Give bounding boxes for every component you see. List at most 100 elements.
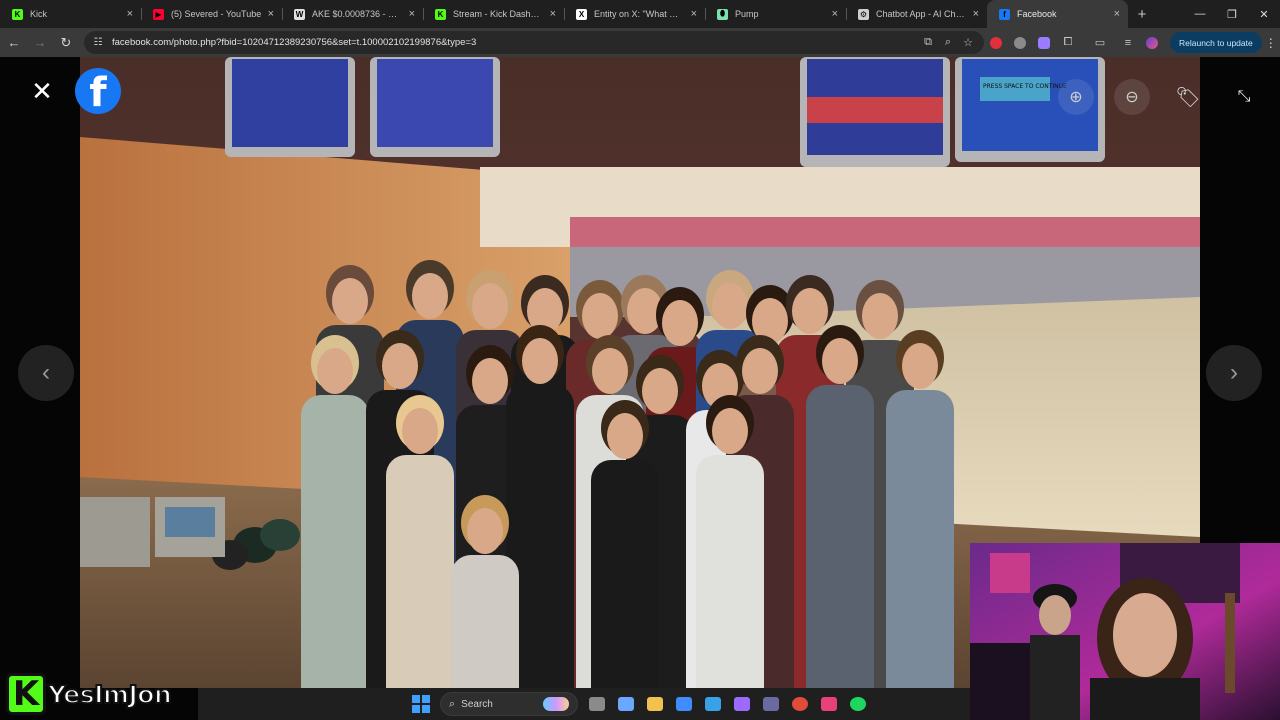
mail-glyph [704,697,721,711]
store-icon[interactable] [669,690,698,719]
kick-icon: K [12,8,23,20]
search-highlight-icon [543,697,569,711]
zoom-icon[interactable]: ⌕ [938,36,958,49]
chrome-glyph [791,697,808,711]
restore-icon[interactable]: ❐ [1216,0,1248,28]
close-window-icon[interactable]: ✕ [1248,0,1280,28]
minimize-icon[interactable]: — [1184,0,1216,28]
exit-fullscreen-icon[interactable]: ⤡ [1226,79,1262,115]
store-glyph [675,697,692,711]
forward-icon[interactable]: → [28,31,52,55]
windows-start-icon[interactable] [410,693,432,715]
x-icon: X [576,8,587,20]
tab-title: Chatbot App - AI Chatbot [876,9,967,19]
task-view-glyph [588,697,605,711]
tab-title: Entity on X: "What meme [594,9,685,19]
close-tab-icon[interactable]: × [973,8,979,20]
copilot-pro-icon[interactable] [727,690,756,719]
copilot-glyph [617,697,634,711]
media-icon[interactable] [756,690,785,719]
kick-logo-icon: K [6,673,46,715]
pill-icon: ⬮ [717,8,728,20]
spotify-glyph [849,697,866,711]
install-app-icon[interactable]: ⧉ [918,36,938,49]
spotify-icon[interactable] [843,690,872,719]
close-tab-icon[interactable]: × [1114,8,1120,20]
new-tab-icon[interactable]: + [1128,0,1156,28]
browser-menu-icon[interactable]: ⋮ [1262,36,1280,50]
close-tab-icon[interactable]: × [127,8,133,20]
browser-tab[interactable]: ⚙ Chatbot App - AI Chatbot × [846,0,987,28]
tab-title: AKE $0.0008736 - Snaky W [312,9,403,19]
address-bar[interactable]: ☷ facebook.com/photo.php?fbid=1020471238… [84,31,984,54]
copilot-pro-glyph [733,697,750,711]
mail-icon[interactable] [698,690,727,719]
kick-icon: K [435,8,446,20]
file-explorer-icon[interactable] [640,690,669,719]
browser-tab[interactable]: ⬮ Pump × [705,0,846,28]
facebook-logo-icon[interactable]: f [75,68,121,114]
facebook-icon: f [999,8,1010,20]
extension-purple-icon[interactable] [1032,31,1056,55]
streamer-name: YesImJon [47,679,173,710]
browser-toolbar: ← → ↻ ☷ facebook.com/photo.php?fbid=1020… [0,28,1280,57]
tab-title: Stream - Kick Dashboard [453,9,544,19]
tab-title: Facebook [1017,9,1057,19]
profile-avatar-icon[interactable] [1140,31,1164,55]
close-tab-icon[interactable]: × [409,8,415,20]
chrome-icon[interactable] [785,690,814,719]
taskbar-search[interactable]: ⌕ Search [440,692,578,716]
close-tab-icon[interactable]: × [550,8,556,20]
streamer-webcam [970,543,1280,720]
browser-tab[interactable]: K Stream - Kick Dashboard × [423,0,564,28]
maps-icon[interactable] [814,690,843,719]
file-explorer-glyph [646,697,663,711]
windows-taskbar: ⌕ Search [198,688,970,720]
site-info-icon[interactable]: ☷ [90,35,106,51]
reload-icon[interactable]: ↻ [54,31,78,55]
tag-icon[interactable]: 🏷 [1170,79,1206,115]
browser-tab[interactable]: X Entity on X: "What meme × [564,0,705,28]
browser-tab[interactable]: W AKE $0.0008736 - Snaky W × [282,0,423,28]
bookmark-star-icon[interactable]: ☆ [958,36,978,49]
previous-photo-icon[interactable]: ‹ [18,345,74,401]
streamer-watermark: K YesImJon [6,672,198,716]
zoom-in-icon[interactable]: ⊕ [1058,79,1094,115]
close-tab-icon[interactable]: × [832,8,838,20]
tab-title: Kick [30,9,48,19]
taskbar-search-label: Search [461,698,493,710]
media-glyph [762,697,779,711]
tab-title: Pump [735,9,759,19]
tab-title: (5) Severed - YouTube [171,9,262,19]
relaunch-button[interactable]: Relaunch to update [1170,32,1262,53]
close-tab-icon[interactable]: × [268,8,274,20]
task-view-icon[interactable] [582,690,611,719]
window-controls: — ❐ ✕ [1184,0,1280,28]
extension-red-icon[interactable] [984,31,1008,55]
browser-tab[interactable]: ▶ (5) Severed - YouTube × [141,0,282,28]
site-icon: W [294,8,305,20]
monitor-right-text: PRESS SPACE TO CONTINUE [983,83,1067,90]
url-text[interactable]: facebook.com/photo.php?fbid=102047123892… [112,37,918,48]
close-viewer-icon[interactable]: ✕ [26,75,58,107]
extensions-puzzle-icon[interactable]: ⧠ [1056,31,1080,55]
tab-list: K Kick × ▶ (5) Severed - YouTube × W AKE $0.000… [0,0,1128,28]
side-panel-icon[interactable]: ▭ [1088,31,1112,55]
extension-gray-icon[interactable] [1008,31,1032,55]
person [451,495,519,688]
zoom-out-icon[interactable]: ⊖ [1114,79,1150,115]
browser-tab[interactable]: f Facebook × [987,0,1128,28]
back-icon[interactable]: ← [2,31,26,55]
youtube-icon: ▶ [153,8,164,20]
webcam-feed [970,543,1280,720]
close-tab-icon[interactable]: × [691,8,697,20]
copilot-icon[interactable] [611,690,640,719]
screen: K Kick × ▶ (5) Severed - YouTube × W AKE $0.000… [0,0,1280,720]
search-icon: ⌕ [449,697,456,710]
tab-strip: K Kick × ▶ (5) Severed - YouTube × W AKE $0.000… [0,0,1280,28]
media-control-icon[interactable]: ≡ [1116,31,1140,55]
taskbar-apps [582,690,872,719]
next-photo-icon[interactable]: › [1206,345,1262,401]
browser-tab[interactable]: K Kick × [0,0,141,28]
chatbot-icon: ⚙ [858,8,869,20]
